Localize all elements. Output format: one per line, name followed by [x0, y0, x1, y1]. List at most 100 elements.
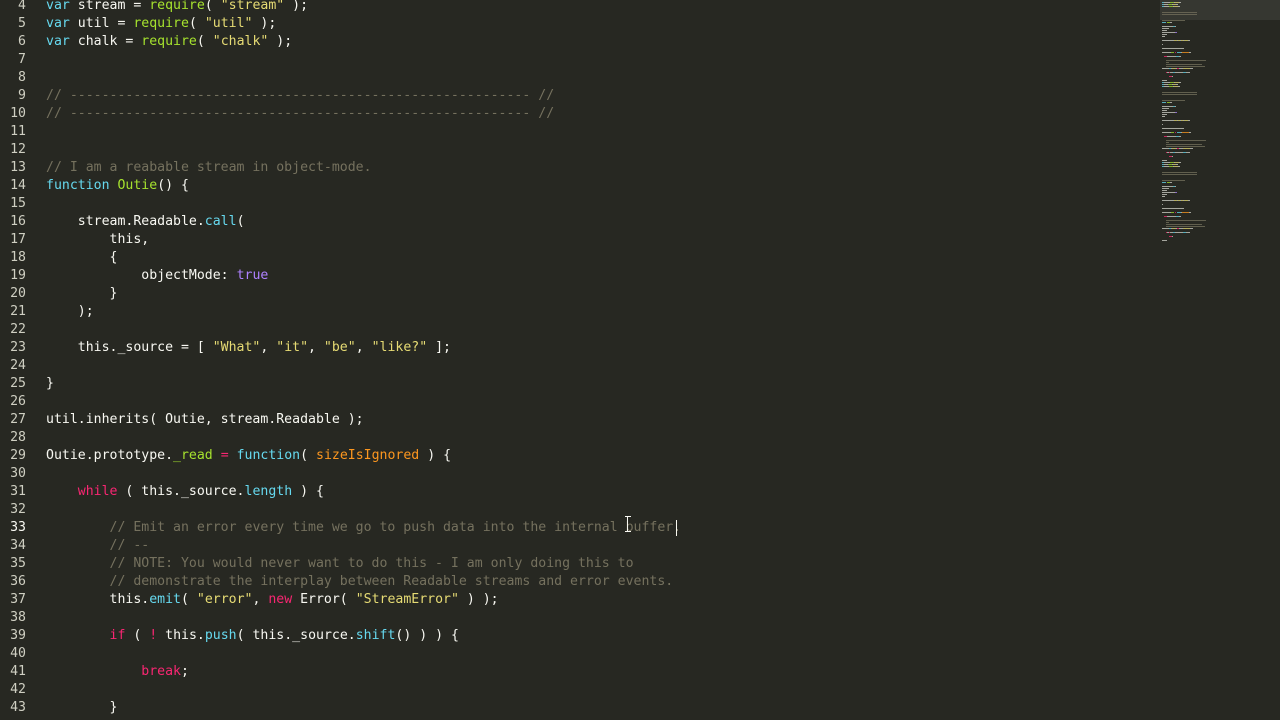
code-text: // -------------------------------------… [46, 105, 554, 123]
code-line[interactable]: 7 [0, 51, 1160, 69]
code-line[interactable]: 33 // Emit an error every time we go to … [0, 519, 1160, 537]
code-text: while ( this._source.length ) { [46, 483, 324, 501]
minimap-mark [1182, 132, 1189, 133]
minimap-mark [1162, 52, 1171, 53]
code-line[interactable]: 20 } [0, 285, 1160, 303]
code-token: ( [236, 214, 245, 229]
minimap-mark [1179, 216, 1181, 217]
code-line[interactable]: 12 [0, 141, 1160, 159]
minimap-mark [1162, 172, 1197, 173]
code-line[interactable]: 23 this._source = [ "What", "it", "be", … [0, 339, 1160, 357]
code-token: // -------------------------------------… [46, 106, 555, 121]
code-line[interactable]: 25} [0, 375, 1160, 393]
code-line[interactable]: 6 var chalk = require( "chalk" ); [0, 33, 1160, 51]
code-line[interactable]: 21 ); [0, 303, 1160, 321]
code-line[interactable]: 8 [0, 69, 1160, 87]
minimap-mark [1170, 182, 1172, 183]
code-text: util.inherits( Outie, stream.Readable ); [46, 411, 364, 429]
code-line[interactable]: 22 [0, 321, 1160, 339]
code-line[interactable]: 36 // demonstrate the interplay between … [0, 573, 1160, 591]
code-token: this, [46, 232, 150, 247]
minimap-mark [1162, 20, 1185, 21]
code-token: ( [196, 34, 213, 49]
code-line[interactable]: 40 [0, 645, 1160, 663]
code-token: Outie [117, 178, 158, 193]
code-line[interactable]: 10 // -----------------------------------… [0, 105, 1160, 123]
code-line[interactable]: 16 stream.Readable.call( [0, 213, 1160, 231]
minimap-mark [1183, 148, 1190, 149]
line-number: 7 [18, 52, 26, 67]
minimap-mark [1162, 14, 1197, 15]
code-line[interactable]: 42 [0, 681, 1160, 699]
code-line[interactable]: 29 Outie.prototype._read = function( size… [0, 447, 1160, 465]
minimap-mark [1162, 40, 1174, 41]
minimap-mark [1162, 22, 1166, 23]
minimap-mark [1188, 40, 1190, 41]
line-number: 31 [10, 484, 26, 499]
code-line[interactable]: 30 [0, 465, 1160, 483]
minimap-mark [1162, 240, 1167, 241]
code-line[interactable]: 28 [0, 429, 1160, 447]
minimap-mark [1175, 212, 1176, 213]
code-line[interactable]: 14 function Outie() { [0, 177, 1160, 195]
minimap-mark [1166, 60, 1206, 61]
minimap-mark [1171, 52, 1174, 53]
code-text: } [46, 699, 118, 717]
code-line[interactable]: 24 [0, 357, 1160, 375]
minimap-mark [1189, 212, 1191, 213]
code-line[interactable]: 11 [0, 123, 1160, 141]
code-line[interactable]: 27 util.inherits( Outie, stream.Readable … [0, 411, 1160, 429]
code-text: // NOTE: You would never want to do this… [46, 555, 634, 573]
minimap-mark [1189, 132, 1191, 133]
code-token: true [236, 268, 269, 283]
code-line[interactable]: 31 while ( this._source.length ) { [0, 483, 1160, 501]
code-line[interactable]: 26 [0, 393, 1160, 411]
minimap-mark [1162, 12, 1197, 13]
minimap-mark [1172, 156, 1173, 157]
line-number: 42 [10, 682, 26, 697]
minimap-mark [1167, 136, 1176, 137]
minimap[interactable] [1160, 0, 1280, 720]
code-line[interactable]: 34 // -- [0, 537, 1160, 555]
code-line[interactable]: 17 this, [0, 231, 1160, 249]
code-text: } [46, 285, 118, 303]
minimap-mark [1186, 152, 1190, 153]
code-token: length [244, 484, 293, 499]
minimap-mark [1162, 34, 1167, 35]
line-number: 20 [10, 286, 26, 301]
minimap-mark [1175, 132, 1176, 133]
minimap-mark [1162, 228, 1169, 229]
code-line[interactable]: 13 // I am a reabable stream in object-mo… [0, 159, 1160, 177]
code-line[interactable]: 38 [0, 609, 1160, 627]
minimap-mark [1170, 102, 1172, 103]
line-number: 43 [10, 700, 26, 715]
code-line[interactable]: 4 var stream = require( "stream" ); [0, 0, 1160, 15]
code-token: Error( [292, 592, 356, 607]
minimap-mark [1176, 164, 1178, 165]
code-line[interactable]: 35 // NOTE: You would never want to do t… [0, 555, 1160, 573]
code-line[interactable]: 18 { [0, 249, 1160, 267]
minimap-mark [1162, 174, 1197, 175]
code-token: "stream" [220, 0, 285, 13]
code-line[interactable]: 37 this.emit( "error", new Error( "Strea… [0, 591, 1160, 609]
code-editor[interactable]: 4 var stream = require( "stream" ); 5 var u… [0, 0, 1160, 720]
code-token: "StreamError" [355, 592, 459, 607]
code-line[interactable]: 5 var util = require( "util" ); [0, 15, 1160, 33]
code-line[interactable]: 41 break; [0, 663, 1160, 681]
minimap-mark [1171, 212, 1174, 213]
code-line[interactable]: 32 [0, 501, 1160, 519]
code-line[interactable]: 9 // ------------------------------------… [0, 87, 1160, 105]
minimap-mark [1162, 200, 1174, 201]
code-line[interactable]: 15 [0, 195, 1160, 213]
code-text: } [46, 375, 54, 393]
minimap-viewport[interactable] [1160, 0, 1280, 20]
line-number: 22 [10, 322, 26, 337]
code-token: ( this._source. [117, 484, 245, 499]
code-line[interactable]: 43 } [0, 699, 1160, 717]
code-line[interactable]: 19 objectMode: true [0, 267, 1160, 285]
code-line[interactable]: 39 if ( ! this.push( this._source.shift(… [0, 627, 1160, 645]
minimap-mark [1162, 100, 1185, 101]
code-token: ; [180, 664, 189, 679]
